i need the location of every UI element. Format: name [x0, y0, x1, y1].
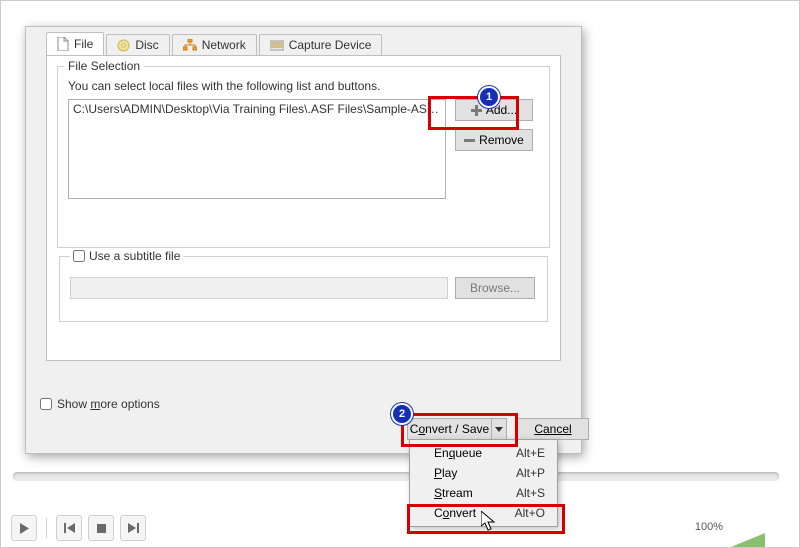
menu-item-enqueue[interactable]: Enqueue Alt+E [410, 443, 557, 463]
annotation-badge-1: 1 [478, 86, 500, 108]
menu-item-convert-label: Convert [434, 506, 515, 520]
menu-item-stream-label: Stream [434, 486, 516, 500]
file-selection-group: File Selection You can select local file… [57, 66, 550, 248]
use-subtitle-label: Use a subtitle file [89, 249, 180, 263]
file-icon [57, 37, 69, 51]
file-path-entry: C:\Users\ADMIN\Desktop\Via Training File… [73, 102, 446, 116]
toolbar-separator [46, 518, 47, 538]
stop-button[interactable] [88, 515, 114, 541]
use-subtitle-checkbox[interactable]: Use a subtitle file [70, 249, 183, 263]
play-button[interactable] [11, 515, 37, 541]
tab-network-label: Network [202, 38, 246, 52]
file-selection-title: File Selection [64, 59, 144, 73]
menu-item-convert[interactable]: Convert Alt+O [410, 503, 557, 523]
file-selection-desc: You can select local files with the foll… [68, 79, 380, 93]
menu-item-convert-shortcut: Alt+O [515, 506, 545, 520]
browse-button-label: Browse... [470, 281, 520, 295]
tab-disc[interactable]: Disc [106, 34, 169, 55]
show-more-options-input[interactable] [40, 398, 52, 410]
next-button[interactable] [120, 515, 146, 541]
tab-disc-label: Disc [135, 38, 158, 52]
subtitle-group: Use a subtitle file Browse... [59, 256, 548, 322]
convert-save-dropdown[interactable] [491, 419, 506, 439]
tab-file[interactable]: File [46, 32, 104, 55]
volume-value: 100% [695, 521, 723, 533]
cancel-button-label: Cancel [534, 422, 571, 436]
source-tabs: File Disc Network Capture Device [46, 33, 384, 55]
network-icon [183, 39, 197, 51]
convert-save-menu: Enqueue Alt+E Play Alt+P Stream Alt+S Co… [409, 439, 558, 527]
volume-indicator: 100% [695, 521, 765, 533]
remove-button-label: Remove [479, 133, 524, 147]
seek-bar[interactable] [13, 472, 779, 481]
volume-icon[interactable] [731, 521, 765, 533]
minus-icon [464, 135, 475, 146]
use-subtitle-input[interactable] [73, 250, 85, 262]
tab-capture-label: Capture Device [289, 38, 372, 52]
open-media-dialog: File Disc Network Capture Device [25, 26, 582, 454]
menu-item-enqueue-shortcut: Alt+E [516, 446, 545, 460]
selected-files-list[interactable]: C:\Users\ADMIN\Desktop\Via Training File… [68, 99, 446, 199]
convert-save-button[interactable]: Convert / Save [407, 418, 507, 440]
remove-button[interactable]: Remove [455, 129, 533, 151]
prev-button[interactable] [56, 515, 82, 541]
menu-item-stream-shortcut: Alt+S [516, 486, 545, 500]
show-more-options-checkbox[interactable]: Show more options [40, 397, 160, 411]
menu-item-enqueue-label: Enqueue [434, 446, 516, 460]
tab-capture[interactable]: Capture Device [259, 34, 383, 55]
disc-icon [117, 39, 130, 52]
menu-item-play-label: Play [434, 466, 516, 480]
convert-save-label: Convert / Save [408, 422, 491, 436]
browse-button: Browse... [455, 277, 535, 299]
menu-item-play-shortcut: Alt+P [516, 466, 545, 480]
subtitle-path-input [70, 277, 448, 299]
menu-item-play[interactable]: Play Alt+P [410, 463, 557, 483]
tab-network[interactable]: Network [172, 34, 257, 55]
tab-file-label: File [74, 37, 93, 51]
plus-icon [471, 105, 482, 116]
player-toolbar [11, 515, 146, 541]
show-more-options-label: Show more options [57, 397, 160, 411]
annotation-badge-2: 2 [391, 403, 413, 425]
capture-icon [270, 40, 284, 51]
cancel-button[interactable]: Cancel [517, 418, 589, 440]
menu-item-stream[interactable]: Stream Alt+S [410, 483, 557, 503]
